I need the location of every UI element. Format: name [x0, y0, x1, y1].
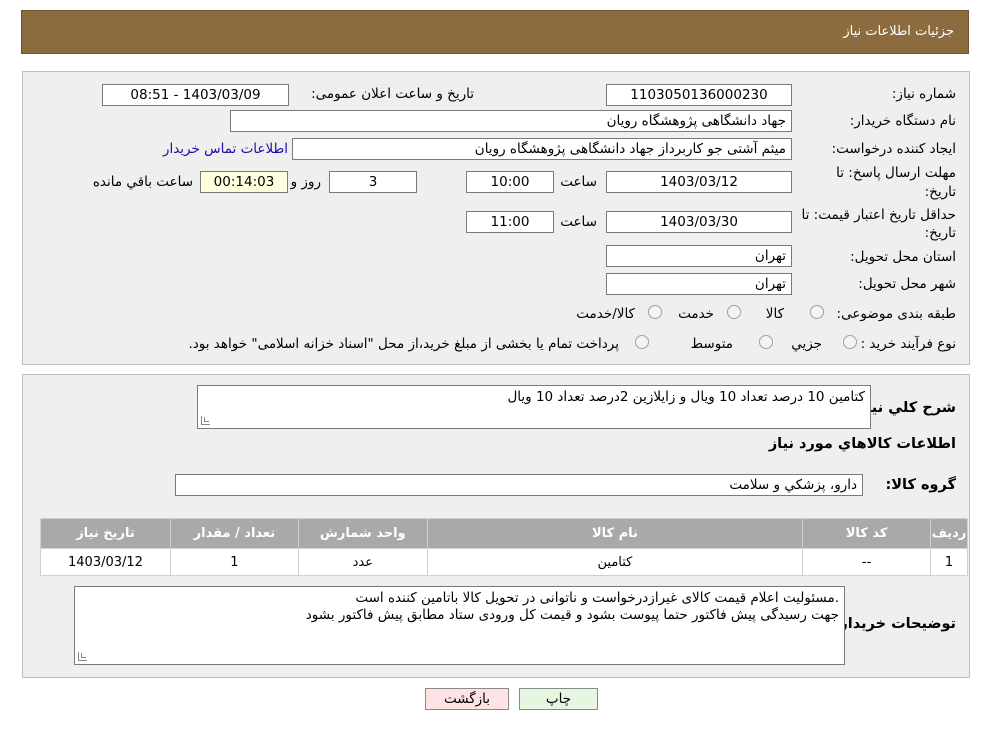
items-table-header: رديف كد كالا نام كالا واحد شمارش تعداد /… [40, 518, 968, 549]
group-label: گروه کالا: [885, 477, 956, 493]
category-goods-label: کالا [765, 306, 784, 322]
buyer-notes-line-1: .مسئولیت اعلام قیمت کالای غیرازدرخواست و… [355, 590, 839, 606]
col-unit: واحد شمارش [297, 518, 428, 549]
group-field: دارو، پزشكي و سلامت [175, 474, 863, 496]
need-info-panel: شماره نیاز: 1103050136000230 تاریخ و ساع… [22, 71, 970, 365]
need-number-label: شماره نیاز: [891, 86, 956, 102]
items-heading: اطلاعات كالاهاي مورد نياز [768, 436, 956, 452]
deadline-date-field: 1403/03/12 [606, 171, 792, 193]
page-header: جزئیات اطلاعات نیاز [21, 10, 969, 54]
buyer-notes-textarea: .مسئولیت اعلام قیمت کالای غیرازدرخواست و… [74, 586, 845, 665]
remaining-time-field: 00:14:03 [200, 171, 288, 193]
resize-grip-icon[interactable] [78, 652, 87, 661]
creator-label: ایجاد کننده درخواست: [831, 141, 956, 157]
cell-need-date: 1403/03/12 [40, 548, 171, 576]
col-row: رديف [930, 518, 968, 549]
days-field: 3 [329, 171, 417, 193]
deadline-label-2: تاریخ: [924, 184, 956, 200]
city-label: شهر محل تحویل: [858, 276, 956, 292]
col-name: نام كالا [426, 518, 804, 549]
validity-label-2: تاریخ: [924, 225, 956, 241]
process-minor-radio[interactable] [843, 335, 857, 349]
province-field: تهران [606, 245, 792, 267]
days-label: روز و [290, 174, 321, 190]
validity-time-field: 11:00 [466, 211, 554, 233]
process-medium-label: متوسط [690, 336, 733, 352]
deadline-time-label: ساعت [560, 174, 597, 190]
cell-unit: عدد [297, 548, 428, 576]
items-table: رديف كد كالا نام كالا واحد شمارش تعداد /… [40, 518, 968, 576]
category-both-label: کالا/خدمت [576, 306, 635, 322]
announce-field: 1403/03/09 - 08:51 [102, 84, 289, 106]
summary-textarea: کتامین 10 درصد تعداد 10 ویال و زایلازین … [197, 385, 871, 429]
buyer-notes-label: توضیحات خریدار: [833, 616, 956, 632]
summary-text: کتامین 10 درصد تعداد 10 ویال و زایلازین … [507, 389, 865, 405]
validity-label: حداقل تاریخ اعتبار قیمت: تا [801, 207, 956, 223]
cell-code: -- [802, 548, 932, 576]
category-label: طبقه بندی موضوعی: [836, 306, 956, 322]
province-label: استان محل تحویل: [850, 249, 956, 265]
cell-quantity: 1 [169, 548, 299, 576]
col-code: كد كالا [802, 518, 932, 549]
buyer-field: جهاد دانشگاهی پژوهشگاه رویان [230, 110, 792, 132]
print-button[interactable]: چاپ [519, 688, 598, 710]
validity-time-label: ساعت [560, 214, 597, 230]
process-note: پرداخت تمام یا بخشی از مبلغ خرید،از محل … [188, 336, 619, 352]
buyer-label: نام دستگاه خریدار: [849, 113, 956, 129]
back-button[interactable]: بازگشت [425, 688, 509, 710]
page-title: جزئیات اطلاعات نیاز [843, 24, 954, 39]
process-label: نوع فرآیند خرید : [860, 336, 956, 352]
process-minor-label: جزیي [791, 336, 822, 352]
cell-row: 1 [930, 548, 968, 576]
cell-name: کتامین [426, 548, 804, 576]
category-both-radio[interactable] [648, 305, 662, 319]
city-field: تهران [606, 273, 792, 295]
col-need-date: تاریخ نیاز [40, 518, 171, 549]
col-quantity: تعداد / مقدار [169, 518, 299, 549]
deadline-time-field: 10:00 [466, 171, 554, 193]
process-treasury-checkbox[interactable] [635, 335, 649, 349]
table-row: 1 -- کتامین عدد 1 1403/03/12 [40, 548, 968, 576]
creator-field: میثم آشتی جو کاربرداز جهاد دانشگاهی پژوه… [292, 138, 792, 160]
need-details-panel: شرح كلي نياز: کتامین 10 درصد تعداد 10 وی… [22, 374, 970, 678]
remaining-label: ساعت باقي مانده [92, 174, 193, 190]
category-goods-radio[interactable] [810, 305, 824, 319]
deadline-label: مهلت ارسال پاسخ: تا [836, 165, 956, 181]
category-service-label: خدمت [678, 306, 714, 322]
buyer-notes-line-2: جهت رسیدگی پیش فاکتور حتما پیوست بشود و … [305, 607, 839, 623]
buyer-contact-link[interactable]: اطلاعات تماس خریدار [163, 141, 288, 157]
process-medium-radio[interactable] [759, 335, 773, 349]
announce-label: تاریخ و ساعت اعلان عمومی: [311, 86, 474, 102]
category-service-radio[interactable] [727, 305, 741, 319]
validity-date-field: 1403/03/30 [606, 211, 792, 233]
need-number-field: 1103050136000230 [606, 84, 792, 106]
resize-grip-icon[interactable] [201, 416, 210, 425]
